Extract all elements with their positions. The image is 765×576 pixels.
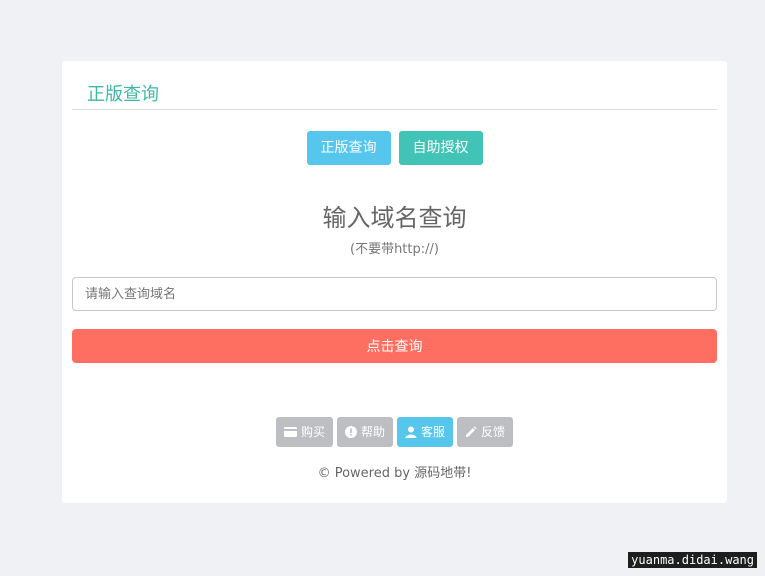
- help-button[interactable]: 帮助: [336, 417, 393, 447]
- self-authorize-button[interactable]: 自助授权: [398, 131, 483, 165]
- footer-links: 购买 帮助 客服 反馈: [62, 417, 727, 447]
- form-hint: (不要带http://): [350, 242, 439, 257]
- watermark-text: yuanma.didai.wang: [628, 552, 757, 568]
- help-label: 帮助: [360, 425, 385, 439]
- pencil-icon: [465, 426, 477, 438]
- feedback-label: 反馈: [481, 425, 506, 439]
- submit-query-button[interactable]: 点击查询: [72, 329, 717, 363]
- buy-button[interactable]: 购买: [275, 417, 333, 447]
- support-label: 客服: [421, 425, 446, 439]
- domain-input[interactable]: [72, 277, 717, 311]
- powered-by-text: © Powered by 源码地带!: [317, 466, 472, 481]
- buy-label: 购买: [300, 425, 325, 439]
- credit-card-icon: [283, 427, 297, 437]
- query-button[interactable]: 正版查询: [306, 131, 391, 165]
- exclamation-circle-icon: [344, 426, 357, 438]
- user-icon: [405, 426, 417, 438]
- feedback-button[interactable]: 反馈: [457, 417, 514, 447]
- form-heading: 输入域名查询: [322, 204, 467, 232]
- support-button[interactable]: 客服: [397, 417, 454, 447]
- panel-header: 正版查询: [72, 83, 717, 110]
- query-panel: 正版查询 正版查询 自助授权 输入域名查询 (不要带http://) 点击查询 …: [62, 61, 727, 503]
- panel-title: 正版查询: [87, 84, 159, 105]
- mode-tabs: 正版查询 自助授权: [62, 131, 727, 165]
